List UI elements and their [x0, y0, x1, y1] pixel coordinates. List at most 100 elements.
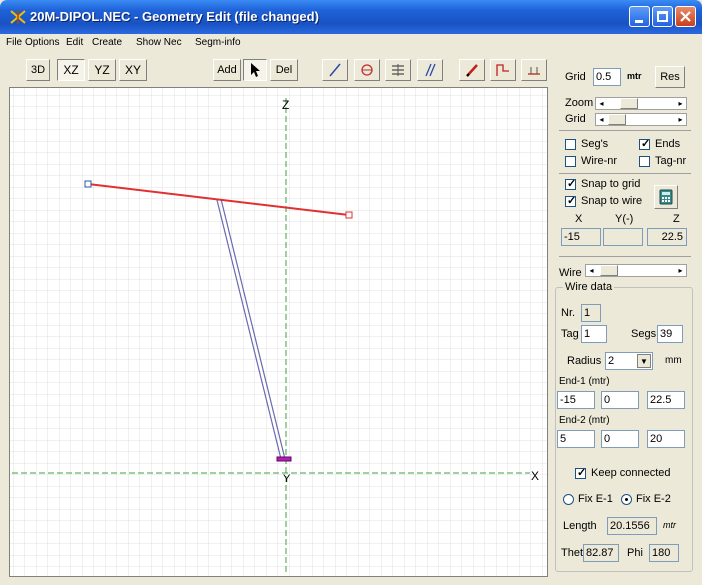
- grid-unit-label: mtr: [627, 71, 642, 81]
- end2-y-field[interactable]: 0: [601, 430, 639, 448]
- zoom-right-arrow-icon[interactable]: ▸: [675, 98, 686, 109]
- y-coord-field: [603, 228, 643, 246]
- grid-left-arrow-icon[interactable]: ◂: [596, 114, 607, 125]
- parallel-tool-button[interactable]: [417, 59, 443, 81]
- feed-point-marker[interactable]: [276, 456, 292, 462]
- keep-connected-checkbox[interactable]: ✓: [575, 467, 586, 479]
- wirenr-label: Wire-nr: [581, 155, 618, 167]
- toolbar: 3D XZ YZ XY Add Del: [0, 53, 548, 85]
- menu-file[interactable]: File: [6, 37, 22, 48]
- radius-label: Radius: [567, 355, 602, 367]
- close-icon: [680, 11, 691, 22]
- helix-tool-button[interactable]: [354, 59, 380, 81]
- end2-x-field[interactable]: 5: [557, 430, 595, 448]
- grid-right-arrow-icon[interactable]: ▸: [675, 114, 686, 125]
- add-button[interactable]: Add: [213, 59, 241, 81]
- view-xy-button[interactable]: XY: [119, 59, 147, 81]
- separator-1: [559, 130, 691, 131]
- nr-label: Nr.: [561, 307, 576, 319]
- phi-label: Phi: [627, 547, 643, 559]
- res-button[interactable]: Res: [655, 66, 685, 88]
- view-yz-button[interactable]: YZ: [88, 59, 116, 81]
- z-coord-field: 22.5: [647, 228, 687, 246]
- fix-e1-radio[interactable]: [563, 494, 574, 505]
- end2-label: End-2 (mtr): [559, 415, 610, 426]
- end1-z-field[interactable]: 22.5: [647, 391, 685, 409]
- grid-slider-label: Grid: [565, 113, 586, 125]
- zoom-thumb[interactable]: [620, 98, 638, 109]
- z-coord-label: Z: [673, 213, 680, 225]
- del-button[interactable]: Del: [270, 59, 298, 81]
- tag-field[interactable]: 1: [581, 325, 607, 343]
- wire-end-1-handle[interactable]: [84, 180, 92, 188]
- grid-slider[interactable]: ◂ ▸: [595, 113, 687, 126]
- zoom-slider[interactable]: ◂ ▸: [595, 97, 687, 110]
- zoom-left-arrow-icon[interactable]: ◂: [596, 98, 607, 109]
- ends-checkbox[interactable]: ✓: [639, 138, 650, 150]
- menu-bar: File Options Edit Create Show Nec Segm-i…: [0, 34, 702, 53]
- fix-e2-label: Fix E-2: [636, 493, 671, 505]
- menu-edit[interactable]: Edit: [66, 37, 83, 48]
- tag-label: Tag: [561, 328, 579, 340]
- end1-x-field[interactable]: -15: [557, 391, 595, 409]
- geometry-view[interactable]: Z X Y: [10, 88, 547, 576]
- separator-2: [559, 173, 691, 174]
- title-bar[interactable]: 20M-DIPOL.NEC - Geometry Edit (file chan…: [0, 0, 702, 34]
- feed-tool-button[interactable]: [490, 59, 516, 81]
- keep-connected-label: Keep connected: [591, 467, 671, 479]
- menu-show-nec[interactable]: Show Nec: [136, 37, 182, 48]
- end1-label: End-1 (mtr): [559, 376, 610, 387]
- wire-selector-slider[interactable]: ◂ ▸: [585, 264, 687, 277]
- tagnr-label: Tag-nr: [655, 155, 687, 167]
- wire-right-arrow-icon[interactable]: ▸: [675, 265, 686, 276]
- end2-z-field[interactable]: 20: [647, 430, 685, 448]
- calculator-icon: [659, 189, 673, 205]
- phi-field: 180: [649, 544, 679, 562]
- snap-wire-checkbox[interactable]: ✓: [565, 195, 576, 207]
- fix-e2-radio[interactable]: [621, 494, 632, 505]
- geometry-canvas[interactable]: Z X Y: [9, 87, 548, 577]
- segs-field[interactable]: 39: [657, 325, 683, 343]
- select-pointer-button[interactable]: [243, 59, 267, 81]
- z-axis-label: Z: [282, 98, 289, 112]
- grid-size-label: Grid: [565, 71, 586, 83]
- snap-grid-checkbox[interactable]: ✓: [565, 178, 576, 190]
- menu-create[interactable]: Create: [92, 37, 122, 48]
- view-xz-button[interactable]: XZ: [57, 59, 85, 81]
- minimize-button[interactable]: [629, 6, 650, 27]
- radius-select[interactable]: 2 ▼: [605, 352, 653, 370]
- close-button[interactable]: [675, 6, 696, 27]
- pen-icon: [466, 64, 478, 77]
- wire-left-arrow-icon[interactable]: ◂: [586, 265, 597, 276]
- wire-end-2-handle[interactable]: [345, 211, 353, 219]
- maximize-button[interactable]: [652, 6, 673, 27]
- geometry-edit-window: 20M-DIPOL.NEC - Geometry Edit (file chan…: [0, 0, 702, 585]
- snap-wire-label: Snap to wire: [581, 195, 643, 207]
- view-3d-button[interactable]: 3D: [26, 59, 50, 81]
- grid-size-field[interactable]: 0.5: [593, 68, 621, 86]
- chevron-down-icon[interactable]: ▼: [637, 354, 651, 368]
- control-panel: Grid 0.5 mtr Res Zoom ◂ ▸ Grid ◂ ▸ Seg's…: [553, 58, 695, 578]
- x-coord-field: -15: [561, 228, 601, 246]
- pen-tool-button[interactable]: [459, 59, 485, 81]
- wirenr-checkbox[interactable]: [565, 156, 576, 167]
- menu-segm-info[interactable]: Segm-info: [195, 37, 241, 48]
- segs-checkbox[interactable]: [565, 139, 576, 150]
- ground-icon: [528, 67, 540, 75]
- zoom-label: Zoom: [565, 97, 594, 109]
- grid-background: [10, 88, 547, 576]
- grid-thumb[interactable]: [608, 114, 626, 125]
- line-tool-button[interactable]: [322, 59, 348, 81]
- wire-thumb[interactable]: [600, 265, 618, 276]
- wire-selector-label: Wire: [559, 267, 582, 279]
- stack-tool-button[interactable]: [385, 59, 411, 81]
- end1-y-field[interactable]: 0: [601, 391, 639, 409]
- nr-field: 1: [581, 304, 601, 322]
- length-field: 20.1556: [607, 517, 657, 535]
- y-coord-label: Y(-): [615, 213, 634, 225]
- menu-options[interactable]: Options: [25, 37, 59, 48]
- tagnr-checkbox[interactable]: [639, 156, 650, 167]
- calculator-button[interactable]: [654, 185, 678, 209]
- wire-data-label: Wire data: [563, 281, 615, 293]
- ground-tool-button[interactable]: [521, 59, 547, 81]
